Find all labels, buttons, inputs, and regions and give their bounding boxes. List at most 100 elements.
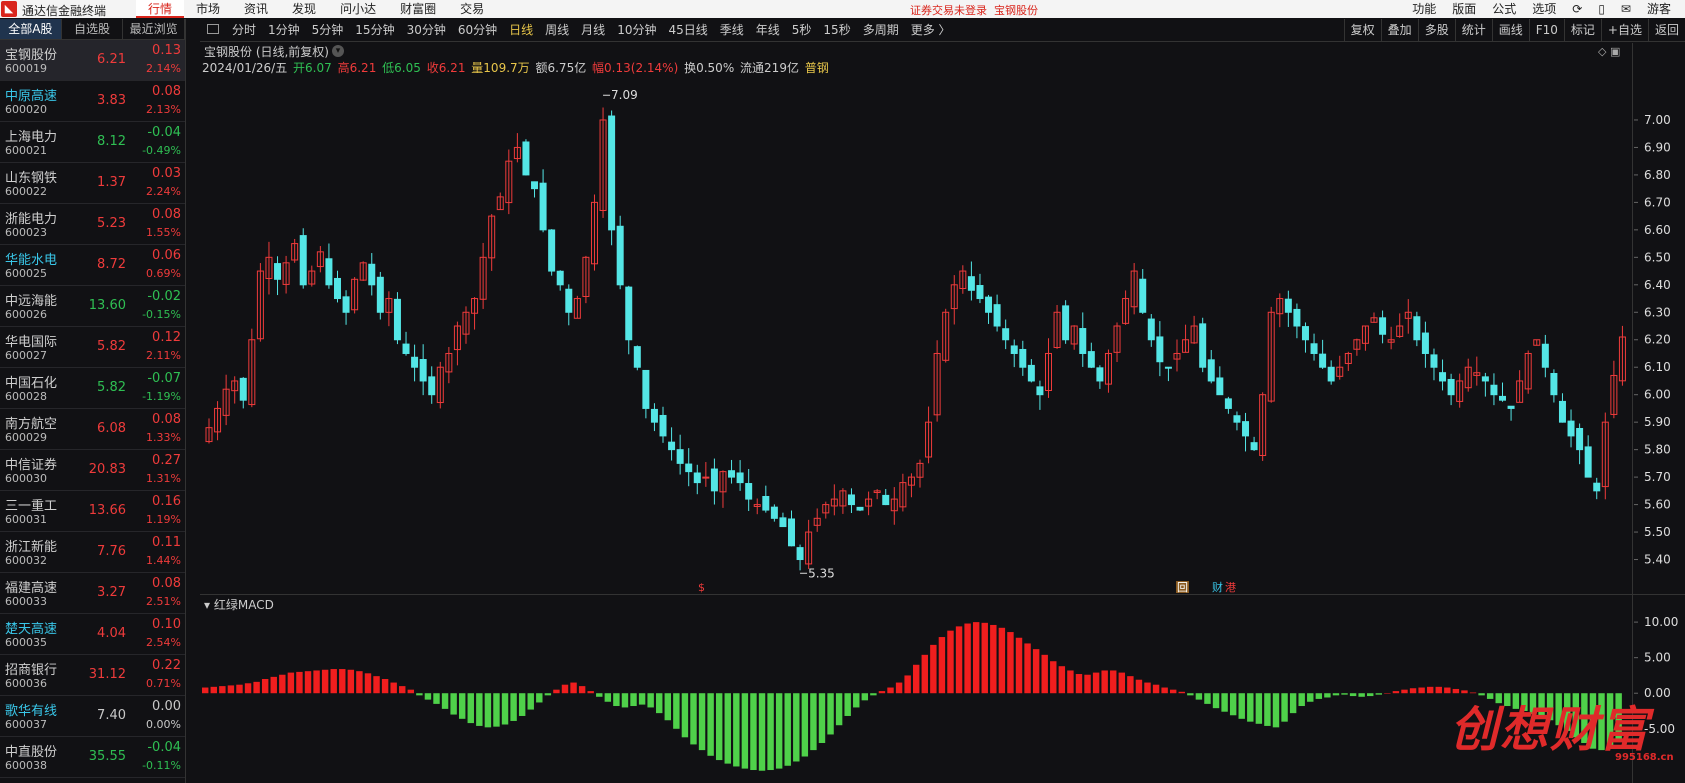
- macd-bar: [741, 693, 749, 769]
- mail-icon[interactable]: ✉: [1613, 0, 1639, 18]
- tool-button-3[interactable]: 统计: [1454, 19, 1492, 41]
- stock-row[interactable]: 中国石化 600028 5.82 -0.07 -1.19%: [0, 368, 185, 409]
- stock-price: 8.72: [97, 257, 126, 272]
- macd-bar: [1195, 693, 1203, 700]
- stock-change: 0.16: [152, 494, 181, 509]
- stock-list-panel: 全部A股 自选股 最近浏览 宝钢股份 600019 6.21 0.13 2.14% 中原高速 6…: [0, 19, 186, 783]
- macd-bar: [621, 693, 629, 708]
- menu-item-2[interactable]: 资讯: [232, 0, 280, 18]
- candle-body: [333, 277, 341, 300]
- menu-item-1[interactable]: 市场: [184, 0, 232, 18]
- refresh-icon[interactable]: ⟳: [1564, 0, 1590, 18]
- chevron-down-icon[interactable]: ▾: [332, 45, 344, 57]
- menu-item-6[interactable]: 交易: [448, 0, 496, 18]
- macd-bar: [930, 644, 937, 694]
- period-tab-4[interactable]: 30分钟: [401, 19, 452, 41]
- stock-row[interactable]: 三一重工 600031 13.66 0.16 1.19%: [0, 491, 185, 532]
- menu-item-5[interactable]: 财富圈: [388, 0, 448, 18]
- macd-bar: [1127, 676, 1134, 694]
- stock-price: 1.37: [97, 175, 126, 190]
- tool-button-6[interactable]: 标记: [1563, 19, 1601, 41]
- period-tab-12[interactable]: 年线: [750, 19, 786, 41]
- event-marker-hui[interactable]: 回: [1177, 581, 1188, 594]
- stock-change: -0.04: [147, 740, 181, 755]
- period-tab-3[interactable]: 15分钟: [349, 19, 400, 41]
- period-tab-5[interactable]: 60分钟: [452, 19, 503, 41]
- top-right-menu-item-3[interactable]: 选项: [1524, 0, 1564, 18]
- stock-row[interactable]: 中信证券 600030 20.83 0.27 1.31%: [0, 450, 185, 491]
- top-right-menu-item-1[interactable]: 版面: [1444, 0, 1484, 18]
- macd-bar: [1169, 689, 1177, 694]
- stock-tab-0[interactable]: 全部A股: [0, 19, 62, 39]
- period-tab-0[interactable]: 分时: [226, 19, 262, 41]
- tool-button-1[interactable]: 叠加: [1380, 19, 1418, 41]
- period-tab-11[interactable]: 季线: [714, 19, 750, 41]
- period-tab-10[interactable]: 45日线: [662, 19, 713, 41]
- stock-row[interactable]: 楚天高速 600035 4.04 0.10 2.54%: [0, 614, 185, 655]
- panel-toggle-icon[interactable]: [207, 24, 219, 34]
- stock-tab-2[interactable]: 最近浏览: [123, 19, 186, 39]
- event-marker-cai[interactable]: 财: [1212, 580, 1223, 594]
- period-tab-13[interactable]: 5秒: [786, 19, 818, 41]
- stock-row[interactable]: 歌华有线 600037 7.40 0.00 0.00%: [0, 696, 185, 737]
- stock-row[interactable]: 华电国际 600027 5.82 0.12 2.11%: [0, 327, 185, 368]
- macd-bar: [399, 686, 406, 694]
- tool-button-8[interactable]: 返回: [1647, 19, 1685, 41]
- period-tab-9[interactable]: 10分钟: [611, 19, 662, 41]
- menu-item-3[interactable]: 发现: [280, 0, 328, 18]
- stock-row[interactable]: 中原高速 600020 3.83 0.08 2.13%: [0, 81, 185, 122]
- stock-code: 600023: [5, 226, 47, 239]
- phone-icon[interactable]: ▯: [1590, 0, 1613, 18]
- menu-item-4[interactable]: 问小达: [328, 0, 388, 18]
- stock-row[interactable]: 浙江新能 600032 7.76 0.11 1.44%: [0, 532, 185, 573]
- tool-button-7[interactable]: +自选: [1600, 19, 1648, 41]
- event-marker-s[interactable]: $: [698, 581, 705, 594]
- stock-tab-1[interactable]: 自选股: [62, 19, 124, 39]
- chart-window-icons[interactable]: ◇ ▣: [1598, 45, 1620, 58]
- top-right-menu-item-2[interactable]: 公式: [1484, 0, 1524, 18]
- period-tab-15[interactable]: 多周期: [857, 19, 905, 41]
- stock-row[interactable]: 宝钢股份 600019 6.21 0.13 2.14%: [0, 40, 185, 81]
- period-tab-1[interactable]: 1分钟: [262, 19, 306, 41]
- tool-button-2[interactable]: 多股: [1417, 19, 1455, 41]
- macd-bar: [784, 693, 791, 766]
- stock-row[interactable]: 福建高速 600033 3.27 0.08 2.51%: [0, 573, 185, 614]
- period-tab-16[interactable]: 更多 〉: [905, 19, 957, 41]
- stock-row[interactable]: 华能水电 600025 8.72 0.06 0.69%: [0, 245, 185, 286]
- candle-body: [1319, 353, 1327, 368]
- ohlc-industry-tag: 普钢: [804, 61, 829, 75]
- stock-pct: 2.24%: [146, 185, 181, 198]
- stock-row[interactable]: 山东钢铁 600022 1.37 0.03 2.24%: [0, 163, 185, 204]
- stock-row[interactable]: 招商银行 600036 31.12 0.22 0.71%: [0, 655, 185, 696]
- period-tab-14[interactable]: 15秒: [817, 19, 856, 41]
- top-right-menu-item-0[interactable]: 功能: [1404, 0, 1444, 18]
- period-tab-8[interactable]: 月线: [575, 19, 611, 41]
- watermark-logo: 创想财富 995168.cn: [1440, 690, 1680, 770]
- menu-item-0[interactable]: 行情: [136, 0, 185, 18]
- candle-body: [1027, 364, 1035, 382]
- candlestick-chart[interactable]: 7.00 6.90 6.80 6.70 6.60 6.50 6.40 6.30 6.20 6.10…: [200, 77, 1685, 597]
- tool-button-5[interactable]: F10: [1528, 19, 1564, 41]
- candle-body: [967, 276, 975, 291]
- event-marker-gang[interactable]: 港: [1225, 581, 1236, 594]
- macd-bar: [1152, 684, 1160, 694]
- period-tab-7[interactable]: 周线: [539, 19, 575, 41]
- period-tab-6[interactable]: 日线: [503, 19, 539, 41]
- tool-button-0[interactable]: 复权: [1343, 19, 1381, 41]
- stock-row[interactable]: 中远海能 600026 13.60 -0.02 -0.15%: [0, 286, 185, 327]
- tool-button-4[interactable]: 画线: [1491, 19, 1529, 41]
- macd-bar: [1341, 693, 1348, 695]
- login-notice: 证券交易未登录 宝钢股份: [910, 2, 1038, 18]
- macd-bar: [407, 689, 415, 694]
- macd-y-tick-label: 5.00: [1644, 651, 1671, 665]
- y-tick-label: 6.40: [1644, 278, 1671, 292]
- user-label[interactable]: 游客: [1639, 0, 1679, 18]
- period-tab-2[interactable]: 5分钟: [306, 19, 350, 41]
- stock-row[interactable]: 上海电力 600021 8.12 -0.04 -0.49%: [0, 122, 185, 163]
- stock-row[interactable]: 浙能电力 600023 5.23 0.08 1.55%: [0, 204, 185, 245]
- macd-bar: [596, 693, 603, 697]
- candle-body: [659, 414, 667, 437]
- stock-row[interactable]: 中直股份 600038 35.55 -0.04 -0.11%: [0, 737, 185, 778]
- candle-body: [1087, 351, 1095, 368]
- stock-row[interactable]: 南方航空 600029 6.08 0.08 1.33%: [0, 409, 185, 450]
